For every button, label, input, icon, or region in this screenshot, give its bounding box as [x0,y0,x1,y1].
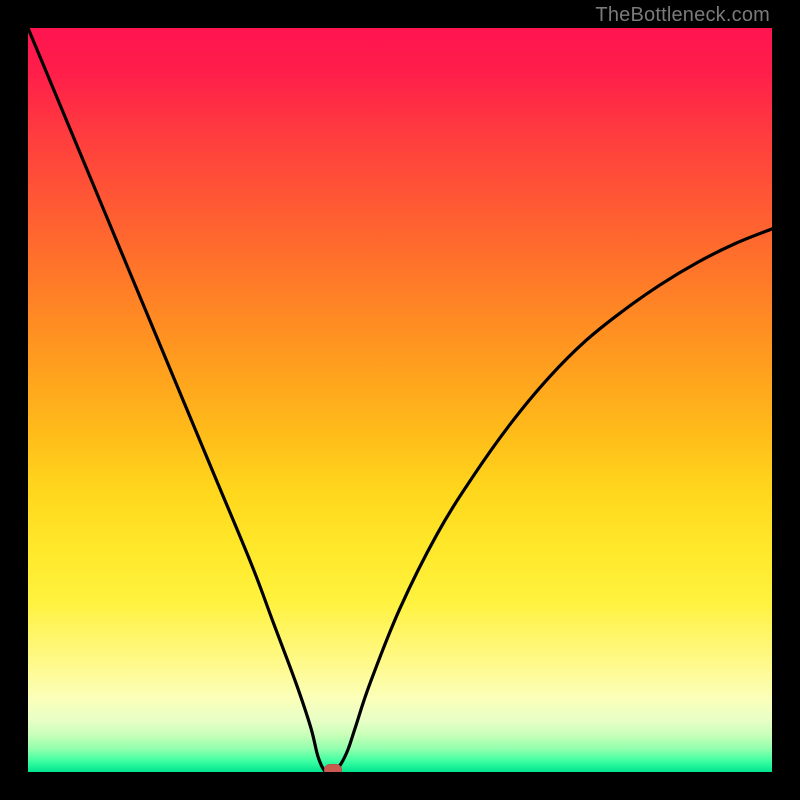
chart-frame: TheBottleneck.com [0,0,800,800]
watermark-text: TheBottleneck.com [595,4,770,27]
bottleneck-curve [28,28,772,772]
optimum-marker [324,764,342,772]
plot-area [28,28,772,772]
